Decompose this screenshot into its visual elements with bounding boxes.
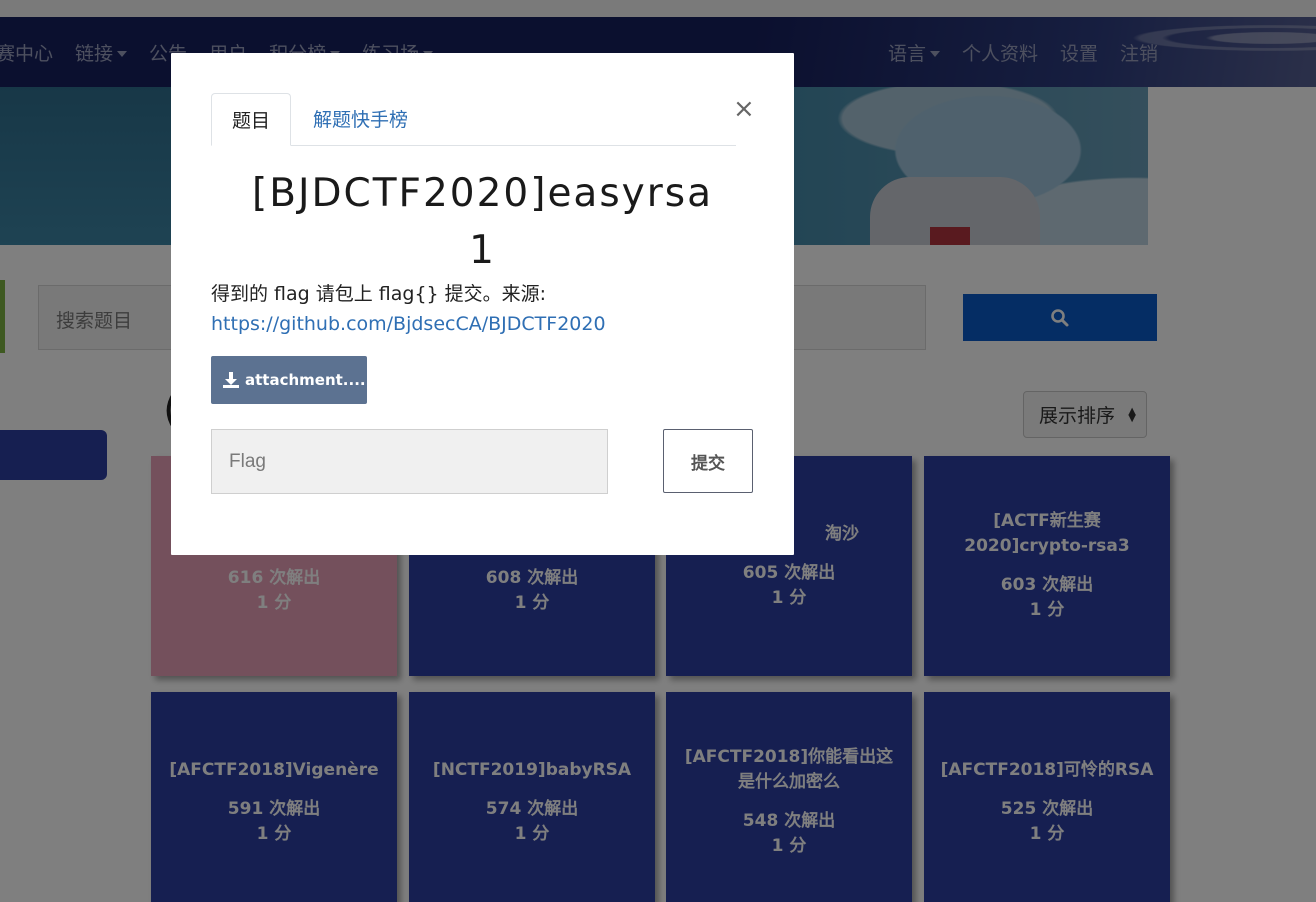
description-text: 得到的 flag 请包上 flag{} 提交。来源: <box>211 283 547 305</box>
tab-challenge[interactable]: 题目 <box>211 93 292 146</box>
tab-solves[interactable]: 解题快手榜 <box>291 92 428 145</box>
close-icon[interactable]: × <box>733 94 755 124</box>
modal-tabs: 题目 解题快手榜 <box>211 93 736 146</box>
attachment-label: attachment.... <box>245 371 366 389</box>
challenge-description: 得到的 flag 请包上 flag{} 提交。来源: https://githu… <box>211 279 756 339</box>
challenge-title: [BJDCTF2020]easyrsa 1 <box>211 165 754 279</box>
flag-input[interactable] <box>211 429 608 494</box>
download-icon <box>223 372 239 388</box>
source-link[interactable]: https://github.com/BjdsecCA/BJDCTF2020 <box>211 313 606 335</box>
attachment-download-button[interactable]: attachment.... <box>211 356 367 404</box>
challenge-points: 1 <box>469 228 496 273</box>
challenge-name: [BJDCTF2020]easyrsa <box>251 171 713 216</box>
challenge-modal: 题目 解题快手榜 × [BJDCTF2020]easyrsa 1 得到的 fla… <box>171 53 794 555</box>
submit-button[interactable]: 提交 <box>663 429 753 493</box>
